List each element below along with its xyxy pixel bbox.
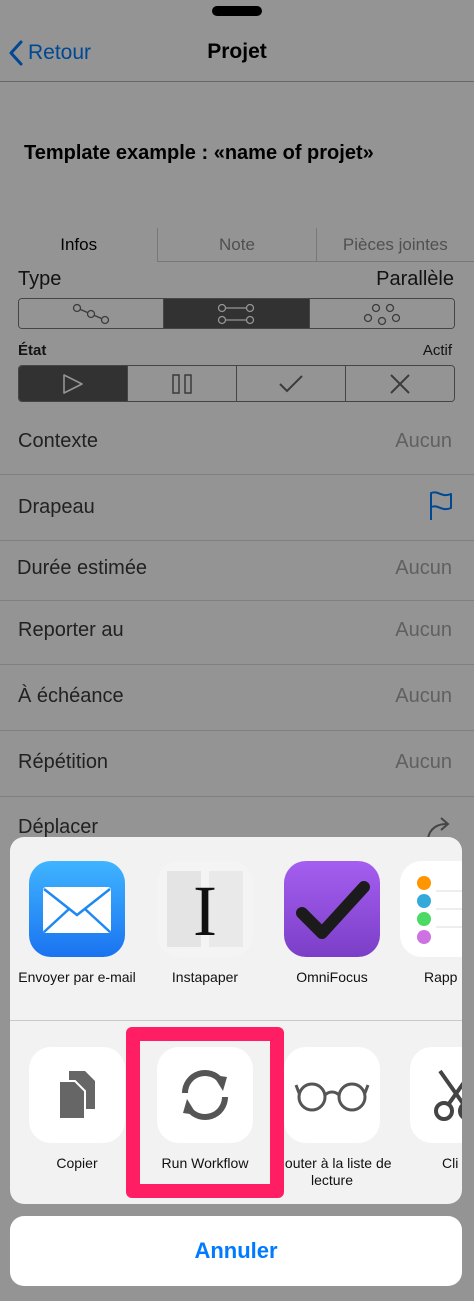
omnifocus-icon (284, 861, 380, 957)
share-action-clip[interactable]: Cli (410, 1047, 462, 1172)
share-action-copy[interactable]: Copier (17, 1047, 137, 1172)
share-action-label: Cli (442, 1155, 459, 1171)
share-app-instapaper[interactable]: I Instapaper (145, 861, 265, 986)
share-action-label: Ajouter à la liste de lecture (272, 1155, 392, 1188)
share-app-label: Envoyer par e-mail (18, 969, 136, 985)
share-app-label: Rapp (424, 969, 458, 985)
instapaper-icon: I (157, 861, 253, 957)
share-app-mail[interactable]: Envoyer par e-mail (17, 861, 137, 986)
share-app-omnifocus[interactable]: OmniFocus (272, 861, 392, 986)
share-app-label: OmniFocus (296, 969, 368, 985)
share-action-label: Copier (56, 1155, 98, 1171)
share-app-reminders[interactable]: Rapp (400, 861, 462, 986)
share-action-reading-list[interactable]: Ajouter à la liste de lecture (272, 1047, 392, 1189)
svg-text:I: I (193, 871, 217, 951)
app-screen: Retour Projet Template example : «name o… (0, 0, 474, 1301)
highlight-box (126, 1027, 284, 1198)
glasses-icon (284, 1047, 380, 1143)
copy-icon (29, 1047, 125, 1143)
share-sheet-divider (10, 1020, 462, 1021)
share-app-label: Instapaper (171, 969, 239, 985)
mail-icon (29, 861, 125, 957)
reminders-icon (400, 861, 462, 957)
cancel-button[interactable]: Annuler (10, 1216, 462, 1286)
scissors-icon (410, 1047, 462, 1143)
